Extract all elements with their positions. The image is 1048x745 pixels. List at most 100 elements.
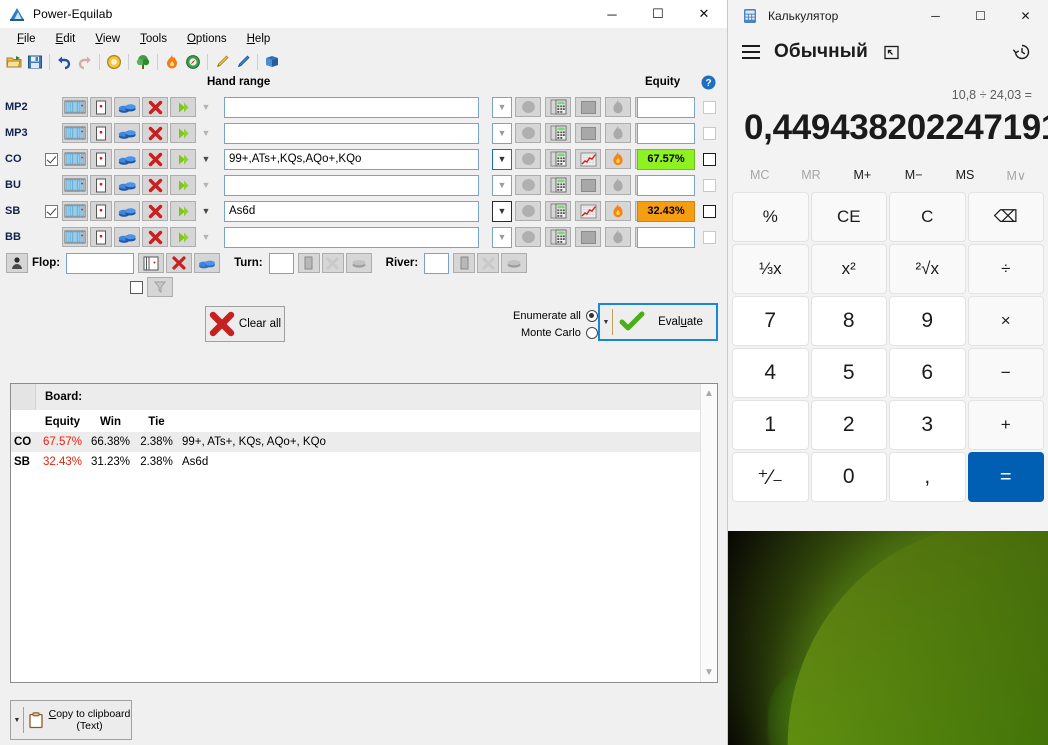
calculator-tool-icon[interactable] bbox=[545, 97, 571, 117]
book-icon[interactable] bbox=[262, 52, 282, 72]
equity-bubble-icon[interactable] bbox=[515, 201, 541, 221]
monte-carlo-option[interactable]: Monte Carlo bbox=[513, 324, 598, 341]
flame-equity-icon[interactable] bbox=[605, 201, 631, 221]
hand-range-dropdown[interactable]: ▼ bbox=[492, 96, 512, 118]
copy-to-clipboard-button[interactable]: ▼ Copy to clipboard (Text) bbox=[10, 700, 132, 740]
turn-input[interactable] bbox=[268, 252, 294, 274]
flame-equity-icon[interactable] bbox=[605, 227, 631, 247]
flop-chips-icon[interactable] bbox=[194, 253, 221, 273]
chips-icon[interactable] bbox=[114, 149, 140, 169]
equity-graph-icon[interactable] bbox=[575, 97, 601, 117]
chips-icon[interactable] bbox=[114, 175, 140, 195]
maximize-button[interactable]: ☐ bbox=[635, 0, 681, 28]
flame-equity-icon[interactable] bbox=[605, 149, 631, 169]
calculator-value[interactable]: 0,449438202247191 bbox=[744, 106, 1048, 150]
river-card-icon[interactable] bbox=[453, 253, 476, 273]
menu-tools[interactable]: Tools bbox=[131, 30, 176, 48]
equity-bubble-icon[interactable] bbox=[515, 227, 541, 247]
key-c[interactable]: C bbox=[889, 192, 966, 242]
pencil-blue-icon[interactable] bbox=[233, 52, 253, 72]
clear-row-icon[interactable] bbox=[142, 227, 168, 247]
range-history-dropdown[interactable]: ▼ bbox=[198, 123, 214, 143]
compass-icon[interactable] bbox=[183, 52, 203, 72]
river-chips-icon[interactable] bbox=[501, 253, 528, 273]
equity-lock-checkbox[interactable] bbox=[703, 178, 716, 192]
hud-icon[interactable] bbox=[104, 52, 124, 72]
key-symbol[interactable]: % bbox=[732, 192, 809, 242]
key-8[interactable]: 8 bbox=[810, 296, 887, 346]
key-9[interactable]: 9 bbox=[889, 296, 966, 346]
enumerate-all-radio[interactable] bbox=[585, 309, 598, 322]
key-symbol[interactable]: = bbox=[967, 452, 1044, 502]
memory-button-mc[interactable]: MC bbox=[734, 168, 785, 182]
flop-cards-icon[interactable] bbox=[138, 253, 165, 273]
range-grid-icon[interactable] bbox=[62, 123, 88, 143]
single-card-icon[interactable] bbox=[90, 175, 112, 195]
hand-range-dropdown[interactable]: ▼ bbox=[492, 226, 512, 248]
range-history-dropdown[interactable]: ▼ bbox=[198, 149, 214, 169]
equity-graph-icon[interactable] bbox=[575, 123, 601, 143]
hand-range-dropdown[interactable]: ▼ bbox=[492, 148, 512, 170]
chips-icon[interactable] bbox=[114, 201, 140, 221]
evaluate-dropdown-arrow[interactable]: ▼ bbox=[600, 305, 612, 339]
key-1[interactable]: 1 bbox=[732, 400, 809, 450]
hand-range-input[interactable]: As6d bbox=[224, 200, 479, 222]
key-7[interactable]: 7 bbox=[732, 296, 809, 346]
range-history-dropdown[interactable]: ▼ bbox=[198, 201, 214, 221]
equity-lock-checkbox[interactable] bbox=[703, 152, 716, 166]
flop-clear-icon[interactable] bbox=[166, 253, 193, 273]
key-0[interactable]: 0 bbox=[810, 452, 887, 502]
menu-edit[interactable]: Edit bbox=[47, 30, 85, 48]
key-ce[interactable]: CE bbox=[810, 192, 887, 242]
key-symbol[interactable]: ⌫ bbox=[967, 192, 1044, 242]
range-grid-icon[interactable] bbox=[62, 175, 88, 195]
hand-range-input[interactable] bbox=[224, 96, 479, 118]
filter-funnel-icon[interactable] bbox=[147, 277, 173, 297]
key-6[interactable]: 6 bbox=[889, 348, 966, 398]
save-icon[interactable] bbox=[25, 52, 45, 72]
hand-range-dropdown[interactable]: ▼ bbox=[492, 200, 512, 222]
memory-button-mr[interactable]: MR bbox=[785, 168, 836, 182]
key-4[interactable]: 4 bbox=[732, 348, 809, 398]
equity-lock-checkbox[interactable] bbox=[703, 230, 716, 244]
clear-row-icon[interactable] bbox=[142, 123, 168, 143]
equity-graph-icon[interactable] bbox=[575, 175, 601, 195]
key-symbol[interactable]: × bbox=[967, 296, 1044, 346]
equity-lock-checkbox[interactable] bbox=[703, 126, 716, 140]
player-avatar-icon[interactable] bbox=[6, 253, 28, 273]
next-arrow-icon[interactable] bbox=[170, 149, 196, 169]
flame-equity-icon[interactable] bbox=[605, 97, 631, 117]
memory-button-m[interactable]: M− bbox=[888, 168, 939, 182]
close-button[interactable]: ✕ bbox=[681, 0, 727, 28]
turn-chips-icon[interactable] bbox=[345, 253, 372, 273]
undo-icon[interactable] bbox=[54, 52, 74, 72]
range-history-dropdown[interactable]: ▼ bbox=[198, 175, 214, 195]
tree-icon[interactable] bbox=[133, 52, 153, 72]
equity-bubble-icon[interactable] bbox=[515, 175, 541, 195]
enumerate-all-option[interactable]: Enumerate all bbox=[513, 307, 598, 324]
key-x[interactable]: ²√x bbox=[889, 244, 966, 294]
key-5[interactable]: 5 bbox=[810, 348, 887, 398]
clear-row-icon[interactable] bbox=[142, 201, 168, 221]
hamburger-menu-icon[interactable] bbox=[742, 45, 760, 59]
river-input[interactable] bbox=[424, 252, 450, 274]
next-arrow-icon[interactable] bbox=[170, 123, 196, 143]
key-x[interactable]: x² bbox=[810, 244, 887, 294]
open-folder-icon[interactable] bbox=[4, 52, 24, 72]
hand-range-input[interactable]: 99+,ATs+,KQs,AQo+,KQo bbox=[224, 148, 479, 170]
calculator-tool-icon[interactable] bbox=[545, 149, 571, 169]
calculator-tool-icon[interactable] bbox=[545, 227, 571, 247]
memory-button-m+[interactable]: M+ bbox=[837, 168, 888, 182]
key-2[interactable]: 2 bbox=[810, 400, 887, 450]
clear-row-icon[interactable] bbox=[142, 175, 168, 195]
range-history-dropdown[interactable]: ▼ bbox=[198, 227, 214, 247]
scroll-up-icon[interactable]: ▲ bbox=[704, 384, 714, 403]
key-symbol[interactable]: − bbox=[967, 348, 1044, 398]
flame-icon[interactable] bbox=[162, 52, 182, 72]
flame-equity-icon[interactable] bbox=[605, 175, 631, 195]
menu-options[interactable]: Options bbox=[178, 30, 236, 48]
range-grid-icon[interactable] bbox=[62, 201, 88, 221]
calculator-tool-icon[interactable] bbox=[545, 201, 571, 221]
single-card-icon[interactable] bbox=[90, 201, 112, 221]
chips-icon[interactable] bbox=[114, 123, 140, 143]
